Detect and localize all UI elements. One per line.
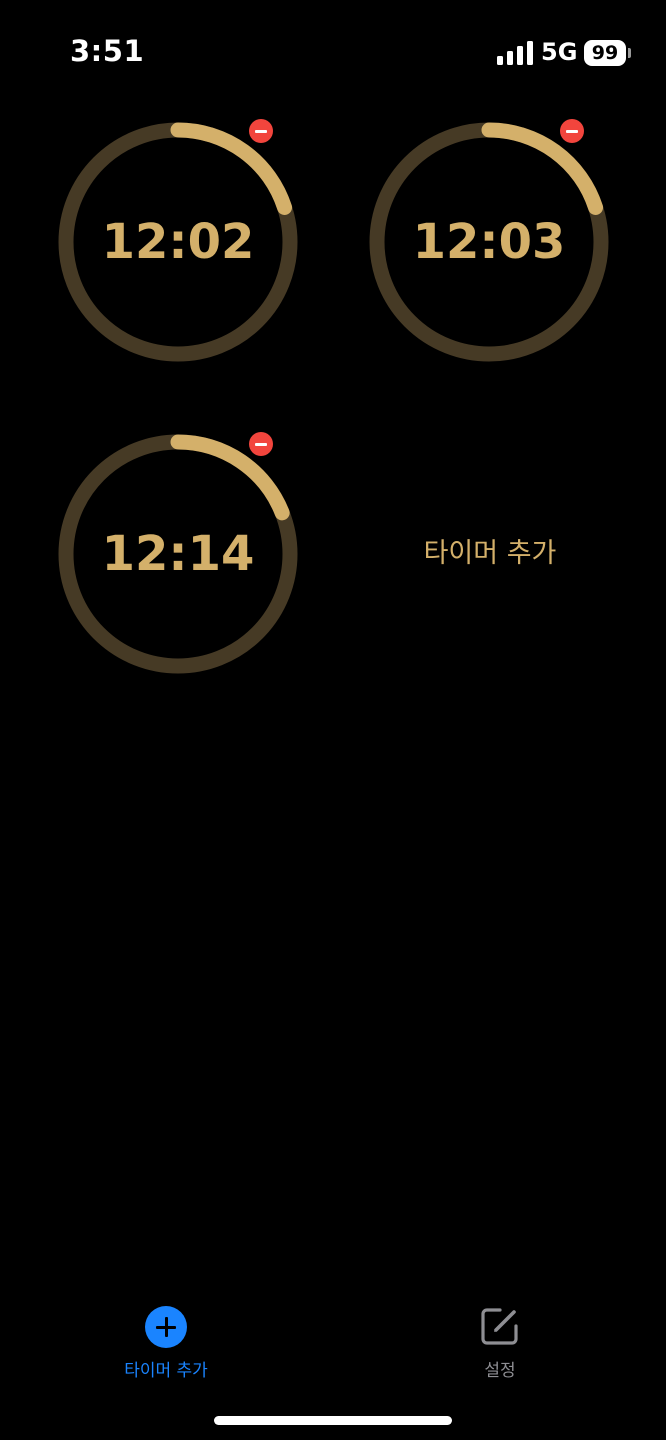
tab-settings[interactable]: 설정 <box>440 1302 560 1381</box>
timer-time-label: 12:03 <box>412 214 566 270</box>
cellular-signal-icon <box>497 41 533 65</box>
timer-card[interactable]: 12:03 <box>368 121 610 363</box>
network-type-label: 5G <box>541 38 578 66</box>
remove-timer-button[interactable] <box>560 119 584 143</box>
tab-add-timer[interactable]: 타이머 추가 <box>106 1302 226 1381</box>
remove-timer-button[interactable] <box>249 119 273 143</box>
timer-card[interactable]: 12:14 <box>57 433 299 675</box>
status-time: 3:51 <box>70 34 145 68</box>
square-pencil-icon <box>481 1308 518 1345</box>
tab-add-timer-label: 타이머 추가 <box>124 1361 208 1381</box>
battery-icon: 99 <box>584 40 631 66</box>
timer-time-label: 12:14 <box>101 526 255 582</box>
timer-time-label: 12:02 <box>101 214 255 270</box>
timer-card[interactable]: 12:02 <box>57 121 299 363</box>
plus-circle-icon <box>145 1306 187 1348</box>
add-timer-button[interactable]: 타이머 추가 <box>369 433 611 675</box>
tab-settings-label: 설정 <box>484 1361 516 1381</box>
status-bar: 3:51 5G 99 <box>0 0 666 100</box>
battery-level: 99 <box>584 40 626 66</box>
remove-timer-button[interactable] <box>249 432 273 456</box>
home-indicator <box>214 1416 452 1425</box>
